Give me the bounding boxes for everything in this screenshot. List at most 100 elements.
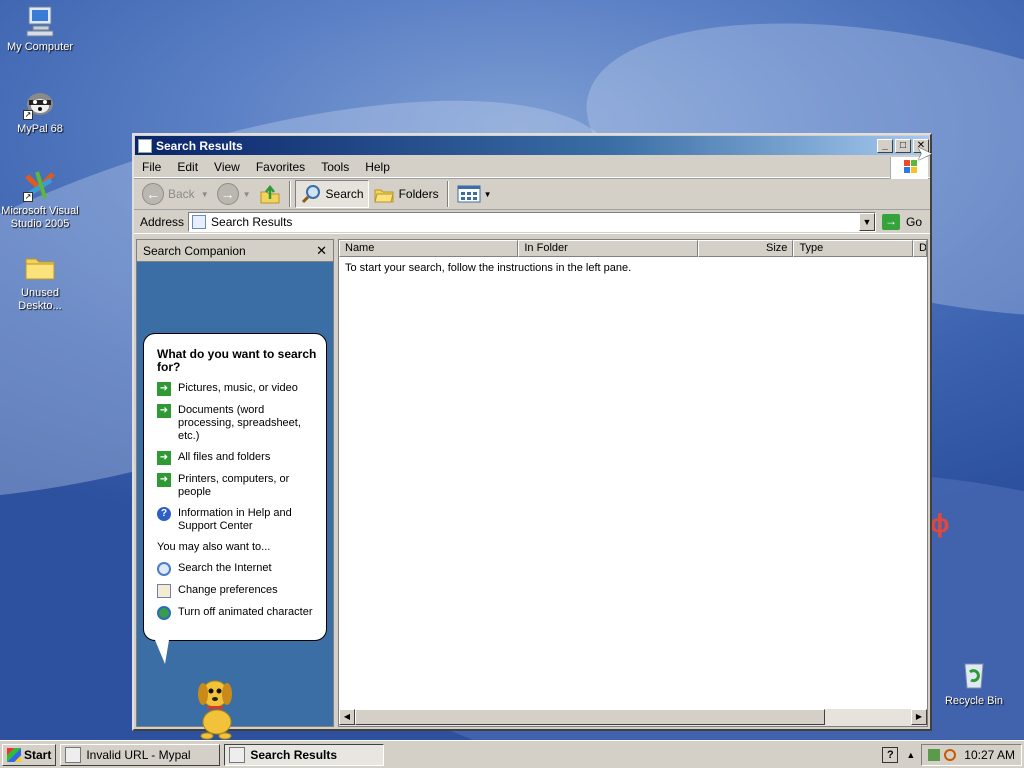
desktop-icon-my-computer[interactable]: My Computer [0, 4, 80, 54]
dropdown-arrow-icon[interactable]: ▼ [243, 190, 251, 199]
forward-arrow-icon: → [216, 183, 239, 205]
address-label: Address [140, 214, 185, 229]
option-help-support[interactable]: ? Information in Help and Support Center [157, 507, 318, 533]
option-label: Search the Internet [178, 562, 272, 574]
scroll-track[interactable] [355, 709, 911, 726]
taskbar-item-search-results[interactable]: Search Results [224, 743, 385, 766]
close-pane-icon[interactable]: ✕ [316, 243, 327, 259]
menu-edit[interactable]: Edit [169, 160, 206, 174]
desktop-icon-visual-studio[interactable]: ↗ Microsoft Visual Studio 2005 [0, 168, 80, 231]
help-icon[interactable]: ? [882, 746, 899, 763]
scroll-right-button[interactable]: ▶ [911, 709, 927, 725]
tray-expand-icon[interactable]: ▲ [906, 750, 915, 760]
option-all-files-folders[interactable]: ➜ All files and folders [157, 451, 318, 465]
column-header-in-folder[interactable]: In Folder [518, 240, 698, 257]
quick-launch: ? ▲ [882, 746, 921, 763]
maximize-button[interactable]: □ [895, 138, 911, 153]
column-header-type[interactable]: Type [793, 240, 914, 257]
desktop-icon-label: MyPal 68 [17, 123, 63, 135]
bubble-tail [155, 640, 169, 664]
taskbar-item-mypal[interactable]: Invalid URL - Mypal [60, 743, 221, 766]
menu-view[interactable]: View [206, 160, 248, 174]
option-label: Change preferences [178, 584, 278, 596]
column-header-size[interactable]: Size [697, 240, 794, 257]
search-page-icon [192, 214, 207, 229]
desktop-icon-label: My Computer [6, 41, 74, 53]
green-arrow-icon: ➜ [157, 382, 171, 396]
dropdown-arrow-icon[interactable]: ▼ [484, 190, 492, 199]
up-folder-button[interactable] [255, 180, 285, 208]
windows-logo-icon [7, 747, 21, 762]
search-question: What do you want to search for? [157, 347, 317, 374]
up-folder-icon [260, 184, 280, 204]
window-title: Search Results [156, 138, 243, 153]
clock[interactable]: 10:27 AM [964, 748, 1015, 762]
views-button[interactable]: ▼ [453, 180, 496, 208]
search-companion-title: Search Companion [143, 243, 246, 258]
folders-label: Folders [398, 187, 439, 201]
search-window-icon [138, 138, 152, 153]
back-button[interactable]: ← Back ▼ [138, 180, 213, 208]
folder-icon [23, 250, 57, 284]
address-bar: Address Search Results ▼ → Go [134, 210, 930, 234]
go-button[interactable]: → Go [881, 213, 922, 230]
scroll-thumb[interactable] [355, 709, 825, 725]
address-value: Search Results [211, 214, 293, 229]
address-dropdown-button[interactable]: ▼ [858, 212, 875, 231]
scroll-left-button[interactable]: ◀ [339, 709, 355, 725]
search-companion-header: Search Companion ✕ [137, 240, 333, 262]
desktop-icon-recycle-bin[interactable]: Recycle Bin [934, 658, 1014, 708]
menu-favorites[interactable]: Favorites [248, 160, 313, 174]
mypal-raccoon-icon: ↗ [23, 86, 57, 120]
wallpaper-mark: ɸ [930, 508, 950, 538]
desktop-icon-label: Unused Deskto... [18, 287, 62, 312]
option-pictures-music-video[interactable]: ➜ Pictures, music, or video [157, 382, 318, 396]
option-change-preferences[interactable]: Change preferences [157, 584, 318, 598]
standard-toolbar: ← Back ▼ → ▼ Search Folders ▼ [134, 178, 930, 210]
minimize-button[interactable]: _ [877, 138, 893, 153]
column-headers: Name In Folder Size Type D [339, 240, 927, 257]
search-tray-icon[interactable] [944, 748, 957, 761]
green-arrow-icon: ➜ [157, 404, 171, 418]
shortcut-arrow-icon: ↗ [23, 192, 33, 202]
search-results-window: Search Results _ □ ✕ File Edit View Favo… [132, 133, 932, 740]
mypal-raccoon-icon [65, 746, 82, 763]
desktop-icon-unused-desktop[interactable]: Unused Deskto... [0, 250, 80, 313]
back-label: Back [168, 187, 195, 201]
folders-button[interactable]: Folders [369, 180, 443, 208]
option-turn-off-character[interactable]: Turn off animated character [157, 606, 318, 620]
horizontal-scrollbar[interactable]: ◀ ▶ [339, 709, 927, 726]
address-input[interactable]: Search Results ▼ [188, 211, 876, 232]
window-titlebar[interactable]: Search Results _ □ ✕ [135, 136, 929, 155]
recycle-bin-icon [957, 658, 991, 692]
dropdown-arrow-icon[interactable]: ▼ [201, 190, 209, 199]
option-label: Information in Help and Support Center [178, 507, 292, 532]
menu-tools[interactable]: Tools [313, 160, 357, 174]
taskbar: Start Invalid URL - Mypal Search Results… [0, 740, 1024, 768]
shortcut-arrow-icon: ↗ [23, 110, 33, 120]
search-companion-pane: Search Companion ✕ What do you want to s… [136, 239, 334, 740]
search-options-bubble: What do you want to search for? ➜ Pictur… [143, 333, 327, 641]
start-button[interactable]: Start [2, 743, 57, 766]
mouse-cursor-icon: ➤ [916, 143, 933, 165]
desktop-icon-label: Recycle Bin [944, 695, 1004, 707]
desktop-icon-label: Microsoft Visual Studio 2005 [1, 205, 79, 230]
forward-button[interactable]: → ▼ [213, 180, 255, 208]
search-button[interactable]: Search [294, 180, 369, 208]
option-search-internet[interactable]: Search the Internet [157, 562, 318, 576]
preferences-icon [157, 584, 171, 598]
menu-file[interactable]: File [134, 160, 169, 174]
column-header-date[interactable]: D [913, 240, 927, 257]
desktop-icon-mypal[interactable]: ↗ MyPal 68 [0, 86, 80, 136]
column-header-name[interactable]: Name [339, 240, 519, 257]
menu-help[interactable]: Help [357, 160, 398, 174]
go-label: Go [905, 214, 922, 229]
back-arrow-icon: ← [142, 183, 164, 205]
network-icon[interactable] [928, 748, 941, 761]
toolbar-separator [446, 181, 449, 207]
search-dog-character-icon[interactable] [183, 670, 253, 740]
visual-studio-icon: ↗ [23, 168, 57, 202]
option-documents[interactable]: ➜ Documents (word processing, spreadshee… [157, 404, 318, 443]
option-printers-computers-people[interactable]: ➜ Printers, computers, or people [157, 473, 318, 499]
option-label: Pictures, music, or video [178, 382, 298, 394]
